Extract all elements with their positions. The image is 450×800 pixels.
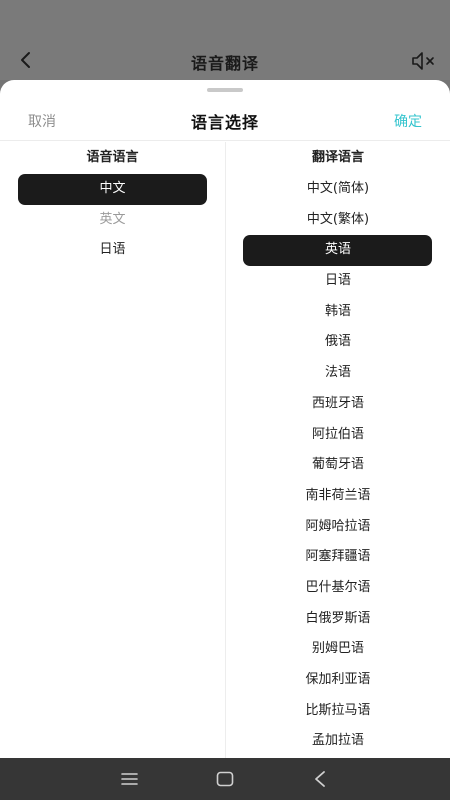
sheet-title: 语言选择 bbox=[190, 113, 259, 132]
target-language-option[interactable]: 英语 bbox=[226, 235, 450, 266]
target-language-title: 翻译语言 bbox=[311, 150, 364, 165]
home-icon[interactable] bbox=[216, 771, 234, 787]
sheet-header: 取消 语言选择 确定 bbox=[0, 100, 450, 141]
language-picker-sheet: 取消 语言选择 确定 语音语言 中文英文日语 翻译语言 中文(简体) 中文(繁体)… bbox=[0, 80, 450, 758]
speech-language-list[interactable]: 中文 英文 日语 bbox=[0, 174, 225, 266]
target-language-column: 翻译语言 中文(简体) 中文(繁体) 英语日语韩语俄语法语西班牙语阿拉伯语葡萄牙语南… bbox=[226, 142, 450, 758]
speech-language-option[interactable]: 日语 bbox=[0, 235, 225, 266]
target-language-option-label: 日语 bbox=[324, 273, 351, 289]
target-language-option-label: 阿塞拜疆语 bbox=[305, 549, 371, 565]
target-language-option-label: 阿拉伯语 bbox=[311, 426, 364, 442]
speech-language-title: 语音语言 bbox=[86, 150, 139, 165]
speech-language-option[interactable]: 中文 bbox=[0, 174, 225, 205]
speech-language-option-label: 中文 bbox=[99, 181, 126, 196]
target-language-option-label: 保加利亚语 bbox=[305, 672, 371, 687]
page-title: 语音翻译 bbox=[190, 54, 259, 73]
menu-icon[interactable] bbox=[121, 772, 138, 786]
target-language-option-label: 俄语 bbox=[324, 334, 351, 350]
target-language-option-label: 西班牙语 bbox=[311, 395, 364, 411]
target-language-option-label: 阿姆哈拉语 bbox=[305, 518, 371, 534]
target-language-option-label: 韩语 bbox=[324, 303, 351, 319]
target-language-option-label: 中文(繁体) bbox=[306, 211, 370, 227]
target-language-option-label: 孟加拉语 bbox=[311, 733, 364, 749]
speaker-mute-icon[interactable] bbox=[410, 49, 438, 73]
target-language-option[interactable]: 中文(简体) bbox=[226, 174, 450, 205]
target-language-option[interactable]: 葡萄牙语 bbox=[226, 450, 450, 481]
speech-language-column: 语音语言 中文英文日语 bbox=[0, 142, 225, 266]
target-language-option-label: 法语 bbox=[324, 365, 351, 381]
target-language-option-label: 比斯拉马语 bbox=[305, 702, 371, 718]
target-language-option-label: 巴什基尔语 bbox=[305, 579, 371, 595]
target-language-option[interactable]: 俄语 bbox=[226, 327, 450, 358]
target-language-option[interactable]: 巴什基尔语 bbox=[226, 573, 450, 604]
speech-language-option-label: 英文 bbox=[99, 211, 126, 227]
target-language-option[interactable]: 阿姆哈拉语 bbox=[226, 512, 450, 543]
target-language-option[interactable]: 中文(繁体) bbox=[226, 205, 450, 236]
target-language-option-label: 别姆巴语 bbox=[311, 641, 364, 657]
top-app-bar: 语音翻译 bbox=[0, 0, 450, 80]
target-language-option[interactable]: 日语 bbox=[226, 266, 450, 297]
target-language-option-label: 中文(简体) bbox=[306, 181, 370, 196]
target-language-option-label: 南非荷兰语 bbox=[305, 487, 371, 503]
speech-language-option-label: 日语 bbox=[99, 242, 126, 258]
target-language-option-label: 英语 bbox=[324, 242, 351, 258]
back-icon[interactable] bbox=[313, 770, 327, 788]
target-language-option-label: 葡萄牙语 bbox=[311, 457, 364, 473]
speech-language-option[interactable]: 英文 bbox=[0, 205, 225, 236]
target-language-option[interactable]: 孟加拉语 bbox=[226, 726, 450, 757]
target-language-option[interactable]: 韩语 bbox=[226, 297, 450, 328]
target-language-option[interactable]: 阿拉伯语 bbox=[226, 420, 450, 451]
target-language-option[interactable]: 西班牙语 bbox=[226, 389, 450, 420]
target-language-list[interactable]: 中文(简体) 中文(繁体) 英语日语韩语俄语法语西班牙语阿拉伯语葡萄牙语南非荷兰语阿… bbox=[226, 174, 450, 758]
target-language-option[interactable]: 保加利亚语 bbox=[226, 665, 450, 696]
target-language-option[interactable]: 比斯拉马语 bbox=[226, 696, 450, 727]
target-language-option[interactable]: 别姆巴语 bbox=[226, 634, 450, 665]
target-language-option[interactable]: 阿塞拜疆语 bbox=[226, 542, 450, 573]
target-language-option-label: 白俄罗斯语 bbox=[305, 610, 371, 626]
system-nav-bar bbox=[0, 758, 450, 800]
target-language-option[interactable]: 法语 bbox=[226, 358, 450, 389]
drag-handle[interactable] bbox=[207, 88, 243, 92]
target-language-option[interactable]: 白俄罗斯语 bbox=[226, 604, 450, 635]
target-language-option[interactable]: 南非荷兰语 bbox=[226, 481, 450, 512]
confirm-button[interactable]: 确定 bbox=[394, 111, 422, 131]
